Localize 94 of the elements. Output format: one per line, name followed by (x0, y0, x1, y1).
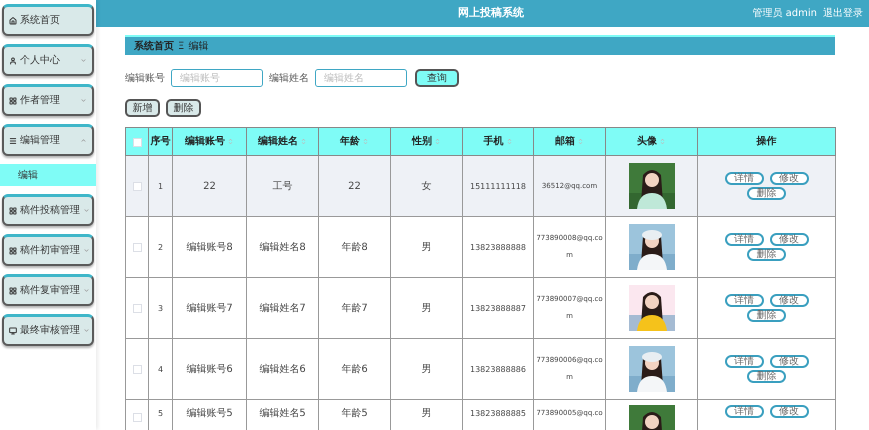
table-cell: 编辑账号8 (172, 216, 246, 278)
table-cell: 4 (148, 338, 172, 400)
field-label: 编辑姓名 (269, 72, 309, 86)
sort-icon (362, 138, 369, 145)
checkbox[interactable] (132, 182, 142, 191)
grid-icon (9, 286, 17, 294)
breadcrumb-item[interactable]: 编辑 (188, 38, 208, 54)
chevron-down-icon (83, 287, 90, 294)
table-cell: 男 (390, 278, 462, 338)
sidebar-menu-item[interactable]: 稿件投稿管理 (2, 194, 94, 226)
table-cell: 编辑姓名6 (246, 338, 318, 400)
row-action-button[interactable]: 修改 (770, 355, 808, 368)
query-button[interactable]: 查询 (415, 69, 459, 87)
table-cell: 13823888886 (462, 338, 534, 400)
search-field[interactable]: 编辑账号 (171, 69, 263, 87)
table-cell: 1 (148, 156, 172, 216)
sort-icon (577, 138, 584, 145)
sidebar-menu-item[interactable]: 稿件初审管理 (2, 234, 94, 266)
chevron-down-icon (83, 207, 90, 214)
table-cell: 5 (148, 400, 172, 430)
checkbox[interactable] (132, 365, 142, 374)
breadcrumb-item[interactable]: 系统首页 (134, 38, 174, 54)
checkbox[interactable] (132, 413, 142, 422)
table-cell: 3 (148, 278, 172, 338)
chevron-down-icon (83, 247, 90, 254)
checkbox[interactable] (132, 138, 142, 146)
row-action-button[interactable]: 详情 (724, 355, 764, 368)
user-icon (9, 56, 17, 64)
table-cell: 编辑姓名5 (246, 400, 318, 430)
submenu-item[interactable]: 编辑 (0, 164, 96, 186)
table-cell: 年龄6 (318, 338, 390, 400)
row-action-button[interactable]: 修改 (770, 405, 808, 418)
table-cell: 13823888885 (462, 400, 534, 430)
table-cell: 编辑账号5 (172, 400, 246, 430)
row-action-button[interactable]: 详情 (724, 172, 764, 185)
action-button[interactable]: 新增 (125, 99, 160, 117)
checkbox[interactable] (132, 304, 142, 313)
row-action-button[interactable]: 删除 (747, 370, 786, 383)
sort-icon (300, 138, 307, 145)
breadcrumb-separator: Ξ (178, 40, 184, 54)
grid-icon (9, 206, 17, 214)
admin-user: 管理员 admin (752, 7, 817, 21)
row-action-button[interactable]: 详情 (724, 405, 764, 418)
grid-icon (9, 96, 17, 104)
sidebar-menu-item[interactable]: 作者管理 (2, 84, 94, 116)
grid-icon (9, 246, 17, 254)
table-cell: 15111111118 (462, 156, 534, 216)
row-action-button[interactable]: 删除 (747, 187, 786, 200)
row-action-button[interactable]: 详情 (724, 233, 764, 246)
table-cell: 22 (172, 156, 246, 216)
table-cell: 2 (148, 216, 172, 278)
search-field[interactable]: 编辑姓名 (315, 69, 407, 87)
sort-icon (434, 138, 441, 145)
monitor-icon (9, 326, 17, 334)
table-cell: 编辑账号7 (172, 278, 246, 338)
column-header: 操作 (698, 128, 836, 156)
sort-icon (659, 138, 666, 145)
sidebar-menu-item[interactable]: 系统首页 (2, 4, 94, 36)
chevron-down-icon (80, 97, 87, 104)
home-icon (9, 16, 17, 24)
row-action-button[interactable]: 修改 (770, 172, 808, 185)
checkbox[interactable] (132, 243, 142, 252)
table-cell: 男 (390, 400, 462, 430)
row-action-button[interactable]: 删除 (747, 309, 786, 322)
row-action-button[interactable]: 修改 (770, 294, 808, 307)
action-button[interactable]: 删除 (166, 99, 201, 117)
list-icon (9, 136, 17, 144)
table-cell: 女 (390, 156, 462, 216)
chevron-down-icon (80, 57, 87, 64)
table-cell: 年龄7 (318, 278, 390, 338)
table-cell: 13823888888 (462, 216, 534, 278)
row-action-button[interactable]: 详情 (724, 294, 764, 307)
sidebar-menu-item[interactable]: 最终审核管理 (2, 314, 94, 346)
chevron-down-icon (83, 327, 90, 334)
sidebar-menu-item[interactable]: 编辑管理 (2, 124, 94, 156)
chevron-up-icon (80, 137, 87, 144)
table-cell: 22 (318, 156, 390, 216)
sort-icon (506, 138, 512, 145)
table-cell: 编辑姓名7 (246, 278, 318, 338)
table-cell: 男 (390, 338, 462, 400)
site-title: 网上投稿系统 (458, 5, 524, 22)
field-label: 编辑账号 (125, 72, 165, 86)
row-action-button[interactable]: 修改 (770, 233, 808, 246)
sidebar-menu-item[interactable]: 个人中心 (2, 44, 94, 76)
table-cell: 男 (390, 216, 462, 278)
table-cell: 年龄8 (318, 216, 390, 278)
table-cell: 年龄5 (318, 400, 390, 430)
table-cell: 13823888887 (462, 278, 534, 338)
row-action-button[interactable]: 删除 (747, 248, 786, 261)
sort-icon (227, 138, 234, 145)
table-cell: 编辑账号6 (172, 338, 246, 400)
sidebar-menu-item[interactable]: 稿件复审管理 (2, 274, 94, 306)
table-cell: 编辑姓名8 (246, 216, 318, 278)
table-cell: 工号 (246, 156, 318, 216)
